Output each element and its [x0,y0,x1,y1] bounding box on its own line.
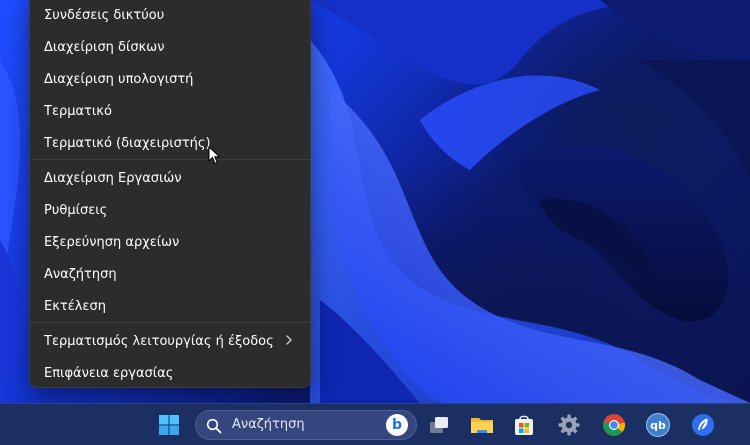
menu-item-search[interactable]: Αναζήτηση [34,259,306,289]
settings-button[interactable] [552,408,586,442]
taskbar-search-box[interactable]: Αναζήτηση b [195,410,417,440]
start-button[interactable] [152,408,186,442]
bing-icon[interactable]: b [386,414,408,436]
menu-item-disk-management[interactable]: Διαχείριση δίσκων [34,32,306,62]
menu-item-network-connections[interactable]: Συνδέσεις δικτύου [34,0,306,30]
windows-start-icon [159,415,179,435]
menu-item-terminal-admin[interactable]: Τερματικό (διαχειριστής) [34,128,306,158]
menu-item-run[interactable]: Εκτέλεση [34,291,306,321]
settings-gear-icon [558,414,580,436]
mouse-cursor-icon [208,146,221,165]
menu-item-label: Εξερεύνηση αρχείων [44,234,180,250]
menu-item-file-explorer[interactable]: Εξερεύνηση αρχείων [34,227,306,257]
menu-separator [30,159,310,160]
menu-item-label: Τερματισμός λειτουργίας ή έξοδος [44,333,274,349]
menu-item-task-manager[interactable]: Διαχείριση Εργασιών [34,163,306,193]
menu-item-label: Διαχείριση δίσκων [44,39,165,55]
bing-letter: b [391,417,403,433]
chrome-button[interactable] [597,408,631,442]
chrome-icon [603,414,626,436]
menu-item-computer-management[interactable]: Διαχείριση υπολογιστή [34,64,306,94]
chevron-right-icon [286,335,292,345]
feather-app-button[interactable] [686,408,720,442]
menu-separator [30,322,310,323]
menu-item-label: Διαχείριση Εργασιών [44,170,182,186]
menu-item-label: Τερματικό [44,103,112,119]
taskbar: Αναζήτηση b qb [0,403,750,445]
menu-item-label: Επιφάνεια εργασίας [44,365,174,381]
menu-item-settings[interactable]: Ρυθμίσεις [34,195,306,225]
qbittorrent-button[interactable]: qb [641,408,675,442]
menu-item-label: Εκτέλεση [44,298,106,314]
qbittorrent-letters: qb [650,418,666,432]
menu-item-label: Τερματικό (διαχειριστής) [44,135,211,151]
microsoft-store-button[interactable] [507,408,541,442]
qbittorrent-icon: qb [646,413,670,437]
menu-item-label: Συνδέσεις δικτύου [44,7,165,23]
menu-item-terminal[interactable]: Τερματικό [34,96,306,126]
menu-item-label: Αναζήτηση [44,266,117,282]
search-placeholder: Αναζήτηση [232,417,305,432]
feather-app-icon [692,414,714,436]
winx-context-menu: Συνδέσεις δικτύου Διαχείριση δίσκων Διαχ… [29,0,311,388]
file-explorer-icon [471,418,493,433]
file-explorer-button[interactable] [465,408,499,442]
task-view-button[interactable] [422,408,456,442]
task-view-icon [430,417,448,433]
menu-item-shutdown-or-signout[interactable]: Τερματισμός λειτουργίας ή έξοδος [34,326,306,356]
microsoft-store-icon [515,415,533,435]
menu-item-desktop[interactable]: Επιφάνεια εργασίας [34,358,306,388]
menu-item-label: Ρυθμίσεις [44,202,108,218]
menu-item-label: Διαχείριση υπολογιστή [44,71,194,87]
search-icon [206,418,222,434]
